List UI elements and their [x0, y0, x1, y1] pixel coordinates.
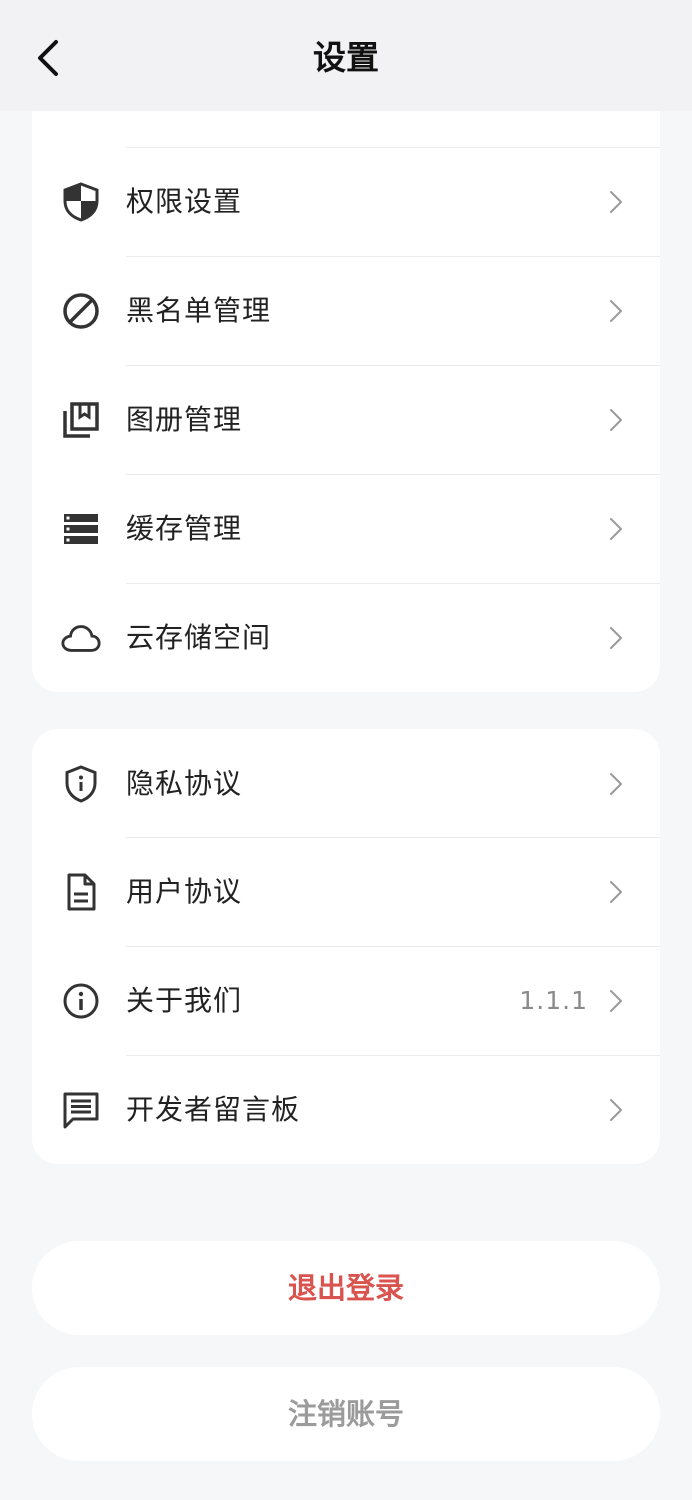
chevron-right-icon: [602, 623, 630, 653]
delete-account-button[interactable]: 注销账号: [32, 1367, 660, 1461]
chevron-right-icon: [602, 296, 630, 326]
row-label: 缓存管理: [126, 512, 243, 545]
settings-group-about: 隐私协议 用户协议 关于我们 1.1.1 开发者留言板: [32, 729, 660, 1164]
chevron-right-icon: [602, 986, 630, 1016]
nav-header: 设置: [0, 0, 692, 111]
row-user-agreement[interactable]: 用户协议: [32, 837, 660, 946]
shield-icon: [60, 181, 102, 223]
chevron-right-icon: [602, 877, 630, 907]
row-blacklist[interactable]: 黑名单管理: [32, 256, 660, 365]
row-album-management[interactable]: 图册管理: [32, 365, 660, 474]
row-label: 黑名单管理: [126, 294, 272, 327]
row-permission-settings[interactable]: 权限设置: [32, 147, 660, 256]
privacy-shield-icon: [60, 763, 102, 805]
cloud-icon: [60, 617, 102, 659]
message-icon: [60, 1089, 102, 1131]
row-privacy-policy[interactable]: 隐私协议: [32, 729, 660, 838]
row-label: 关于我们: [126, 984, 243, 1017]
version-value: 1.1.1: [519, 986, 588, 1015]
block-icon: [60, 290, 102, 332]
row-developer-message-board[interactable]: 开发者留言板: [32, 1055, 660, 1164]
storage-icon: [60, 508, 102, 550]
row-label: 隐私协议: [126, 767, 243, 800]
row-cache-management[interactable]: 缓存管理: [32, 474, 660, 583]
logout-button[interactable]: 退出登录: [32, 1241, 660, 1335]
row-label: 开发者留言板: [126, 1093, 301, 1126]
chevron-right-icon: [602, 769, 630, 799]
chevron-right-icon: [602, 1095, 630, 1125]
row-about-us[interactable]: 关于我们 1.1.1: [32, 946, 660, 1055]
chevron-right-icon: [602, 187, 630, 217]
row-label: 云存储空间: [126, 621, 272, 654]
row-label: 用户协议: [126, 875, 243, 908]
document-icon: [60, 871, 102, 913]
chevron-right-icon: [602, 514, 630, 544]
info-icon: [60, 980, 102, 1022]
row-cloud-storage[interactable]: 云存储空间: [32, 583, 660, 692]
settings-group-storage: 权限设置 黑名单管理 图册管理 缓存管理 云存储空间: [32, 80, 660, 692]
album-icon: [60, 399, 102, 441]
chevron-right-icon: [602, 405, 630, 435]
row-label: 图册管理: [126, 403, 243, 436]
row-label: 权限设置: [126, 185, 243, 218]
page-title: 设置: [313, 38, 379, 77]
